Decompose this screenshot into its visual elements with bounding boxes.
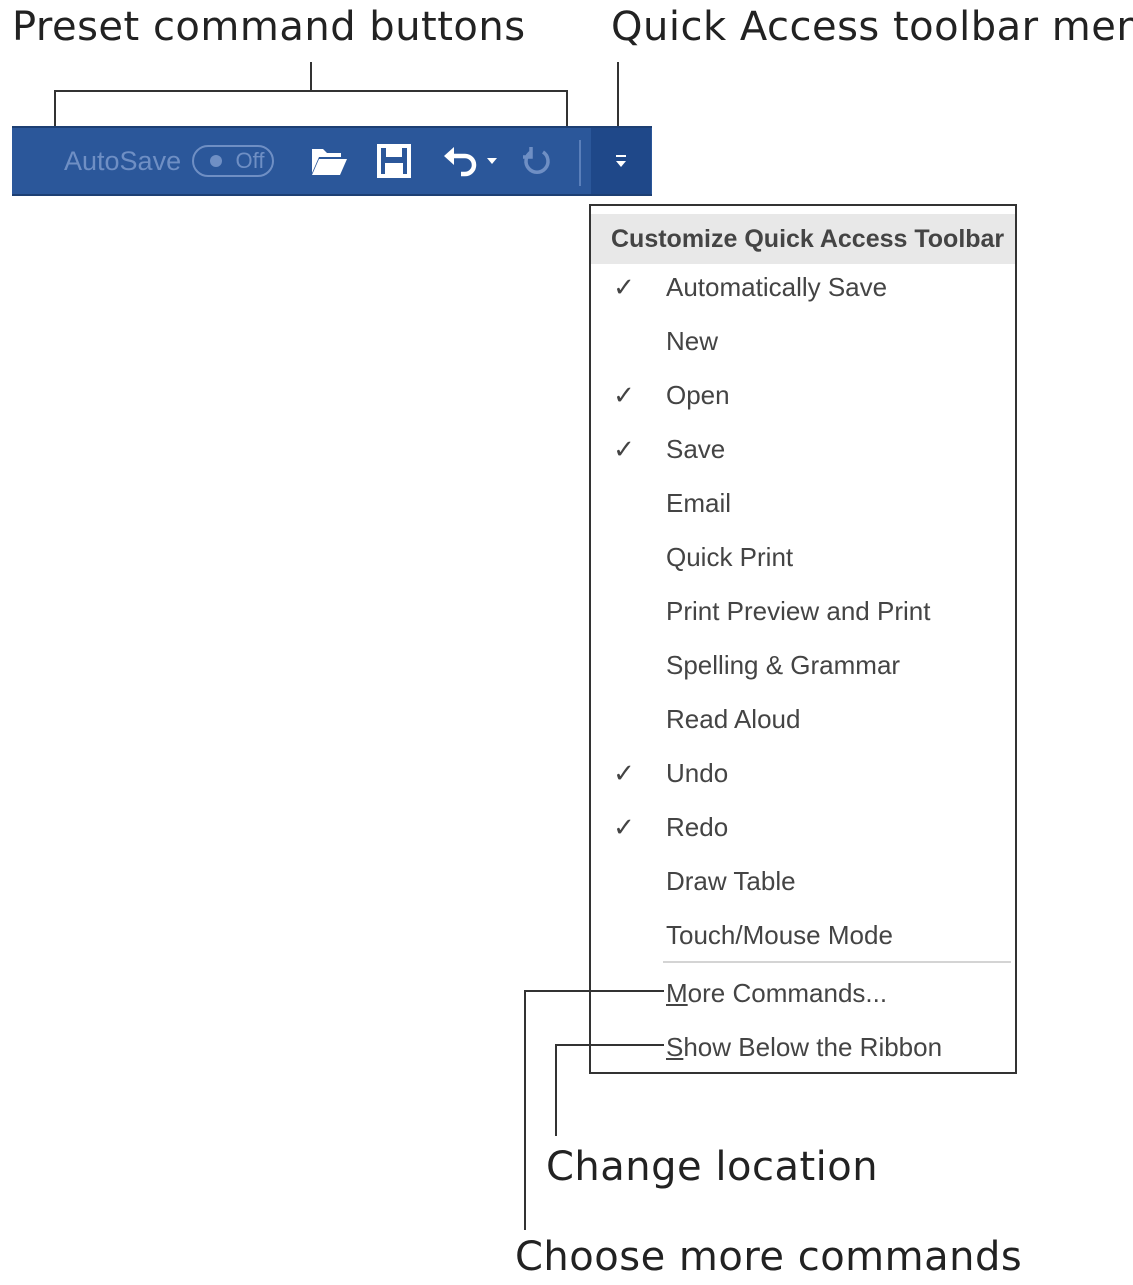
customize-qat-menu: Customize Quick Access Toolbar ✓ Automat…	[589, 204, 1017, 1074]
callout-more-commands: Choose more commands	[515, 1234, 1023, 1280]
save-icon	[377, 144, 411, 178]
bracket-bar	[54, 90, 568, 92]
menu-item-label: Read Aloud	[666, 703, 801, 734]
bracket-stem	[310, 62, 312, 92]
menu-item-label: Save	[666, 433, 726, 464]
menu-item-label: Spelling & Grammar	[666, 649, 901, 680]
menu-item-label: Touch/Mouse Mode	[666, 919, 893, 950]
show-below-label: Show Below the Ribbon	[666, 1032, 942, 1063]
menu-item-new[interactable]: New	[591, 314, 1015, 368]
checkmark-icon: ✓	[613, 811, 635, 842]
menu-header: Customize Quick Access Toolbar	[591, 214, 1015, 264]
checkmark-icon: ✓	[613, 757, 635, 788]
autosave-toggle[interactable]: Off	[192, 145, 274, 177]
leader-more-commands-v	[524, 990, 526, 1230]
menu-item-label: Undo	[666, 757, 729, 788]
menu-item-show-below-ribbon[interactable]: Show Below the Ribbon	[591, 1020, 1015, 1074]
show-below-text: how Below the Ribbon	[683, 1031, 943, 1062]
redo-button[interactable]	[517, 128, 557, 194]
more-commands-text: ore Commands...	[687, 977, 888, 1008]
open-button[interactable]	[304, 128, 354, 194]
menu-item-label: Redo	[666, 811, 729, 842]
menu-item-quick-print[interactable]: Quick Print	[591, 530, 1015, 584]
dropdown-arrow-icon	[487, 158, 497, 164]
redo-icon	[523, 147, 550, 174]
callout-preset-buttons: Preset command buttons	[12, 4, 526, 50]
more-commands-label: More Commands...	[666, 978, 887, 1009]
menu-item-undo[interactable]: ✓ Undo	[591, 746, 1015, 800]
leader-show-below-h	[555, 1044, 664, 1046]
autosave-state: Off	[235, 148, 265, 173]
menu-item-print-preview[interactable]: Print Preview and Print	[591, 584, 1015, 638]
menu-item-redo[interactable]: ✓ Redo	[591, 800, 1015, 854]
toolbar-separator	[579, 140, 581, 186]
menu-item-label: Print Preview and Print	[666, 595, 931, 626]
menu-item-label: Email	[666, 487, 732, 518]
open-folder-icon	[312, 149, 347, 175]
menu-divider	[663, 961, 1011, 963]
access-key: M	[666, 977, 688, 1008]
customize-qat-button[interactable]	[591, 128, 651, 194]
menu-item-save[interactable]: ✓ Save	[591, 422, 1015, 476]
menu-item-label: New	[666, 325, 719, 356]
checkmark-icon: ✓	[613, 379, 635, 410]
callout-change-location: Change location	[546, 1144, 879, 1190]
access-key: S	[666, 1031, 684, 1062]
menu-item-open[interactable]: ✓ Open	[591, 368, 1015, 422]
undo-icon	[444, 147, 477, 177]
menu-item-more-commands[interactable]: More Commands...	[591, 966, 1015, 1020]
leader-show-below-v	[555, 1044, 557, 1136]
customize-qat-icon	[616, 155, 626, 167]
callout-qat-menu: Quick Access toolbar menu	[611, 4, 1133, 50]
checkmark-icon: ✓	[613, 433, 635, 464]
leader-more-commands-h	[524, 990, 664, 992]
menu-item-read-aloud[interactable]: Read Aloud	[591, 692, 1015, 746]
menu-item-touch-mouse-mode[interactable]: Touch/Mouse Mode	[591, 908, 1015, 962]
undo-dropdown-button[interactable]	[482, 128, 502, 194]
menu-item-label: Open	[666, 379, 730, 410]
menu-item-label: Draw Table	[666, 865, 796, 896]
quick-access-toolbar: AutoSave Off	[12, 126, 652, 196]
menu-item-spelling-grammar[interactable]: Spelling & Grammar	[591, 638, 1015, 692]
checkmark-icon: ✓	[613, 271, 635, 302]
menu-item-email[interactable]: Email	[591, 476, 1015, 530]
toggle-knob	[209, 155, 222, 167]
save-button[interactable]	[372, 128, 416, 194]
menu-item-label: Quick Print	[666, 541, 794, 572]
menu-item-label: Automatically Save	[666, 271, 888, 302]
undo-button[interactable]	[440, 128, 480, 194]
menu-item-draw-table[interactable]: Draw Table	[591, 854, 1015, 908]
menu-item-automatically-save[interactable]: ✓ Automatically Save	[591, 260, 1015, 314]
autosave-label: AutoSave	[64, 145, 182, 176]
